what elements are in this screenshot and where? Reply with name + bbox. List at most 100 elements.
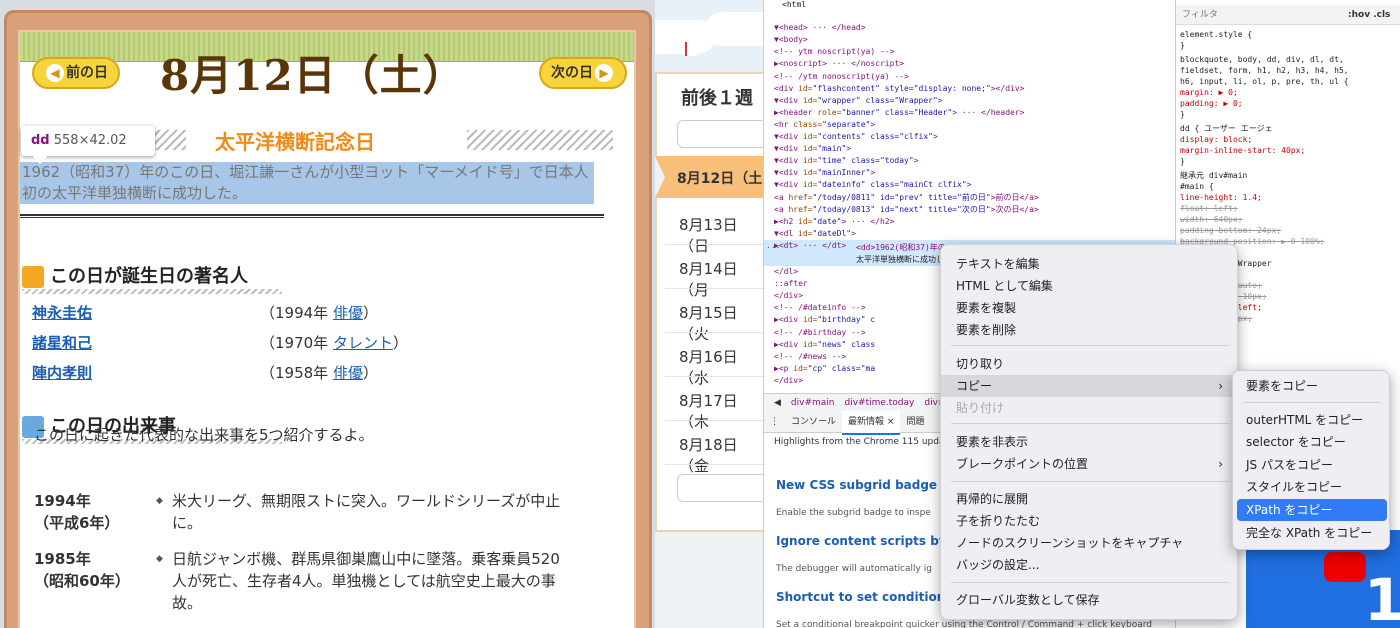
node-tag: <a: [774, 204, 789, 214]
submenu-item[interactable]: 要素をコピー: [1237, 375, 1387, 397]
filter-placeholder: フィルタ: [1182, 10, 1218, 20]
dom-tree-node[interactable]: <a href="/today/0813" id="next" title="次…: [774, 204, 1039, 216]
week-day-item[interactable]: 8月17日（木: [679, 390, 763, 432]
context-menu-item[interactable]: 要素を削除: [941, 319, 1239, 341]
context-menu-item[interactable]: 要素を非表示: [941, 431, 1239, 453]
context-menu-item[interactable]: ノードのスクリーンショットをキャプチャ: [941, 532, 1239, 554]
dom-tree-node[interactable]: ▼<div id="mainInner">: [774, 167, 875, 179]
dom-tree-node[interactable]: ▶<noscript> ··· </noscript>: [774, 58, 904, 70]
week-selected-day[interactable]: 8月12日（土: [655, 156, 763, 198]
dom-tree-node[interactable]: ▼<div id="contents" class="clfix">: [774, 131, 938, 143]
birthday-title: この日が誕生日の著名人: [50, 266, 248, 287]
crumb-main[interactable]: div#main: [791, 398, 835, 408]
style-rule-line: dd { ユーザー エージェ: [1180, 124, 1273, 134]
dom-tree-node[interactable]: ▼<div id="time" class="today">: [774, 155, 919, 167]
person-job-link[interactable]: 俳優: [333, 364, 363, 382]
anniversary-title: 太平洋横断記念日: [215, 130, 375, 154]
tab-issues[interactable]: 問題: [900, 411, 930, 433]
node-tag: ▼<body>: [774, 35, 808, 45]
context-menu-item[interactable]: HTML として編集: [941, 275, 1239, 297]
week-day-item[interactable]: 8月18日（金: [679, 434, 763, 476]
context-menu-item[interactable]: テキストを編集: [941, 253, 1239, 275]
news-title-link[interactable]: New CSS subgrid badge: [776, 478, 937, 492]
dom-tree-node[interactable]: <hr class="separate">: [774, 119, 875, 131]
dom-tree-node[interactable]: ▶<div id="news" class: [774, 339, 875, 351]
submenu-item[interactable]: selector をコピー: [1237, 431, 1387, 453]
sailboat-icon: [685, 42, 697, 56]
week-day-item[interactable]: 8月15日（火: [679, 302, 763, 344]
person-job-link[interactable]: 俳優: [333, 304, 363, 322]
close-icon[interactable]: ×: [887, 417, 895, 427]
context-menu-item[interactable]: 貼り付け: [941, 397, 1239, 419]
dom-tree-node[interactable]: ▼<head> ··· </head>: [774, 22, 866, 34]
node-tag: </div>: [774, 375, 803, 385]
person-name-link[interactable]: 陣内孝則: [32, 362, 92, 383]
submenu-item[interactable]: スタイルをコピー: [1237, 476, 1387, 498]
dom-tree-node[interactable]: ▼<div id="wrapper" class="Wrapper">: [774, 95, 943, 107]
person-job-link[interactable]: タレント: [333, 334, 393, 352]
dom-tree-node[interactable]: ▼<div id="dateinfo" class="mainCt clfix"…: [774, 179, 972, 191]
news-title-link[interactable]: Ignore content scripts by de: [776, 534, 968, 548]
dom-tree-node[interactable]: </div>: [774, 290, 803, 302]
dom-tree-node[interactable]: ▼<dl id="dateDl">: [774, 228, 856, 240]
selected-line-2: 太平洋単独横断に成功し: [856, 255, 944, 264]
dom-tree-node[interactable]: <!-- /#news -->: [774, 351, 846, 363]
node-attr: id=: [798, 83, 813, 93]
dom-tree-node[interactable]: ▶<p id="cp" class="ma: [774, 363, 875, 375]
event-year: 1994年 （平成6年）: [34, 490, 119, 534]
dom-tree-node[interactable]: ▼<div id="main">: [774, 143, 851, 155]
dom-tree-node[interactable]: <!-- /#dateinfo -->: [774, 302, 866, 314]
week-box-top[interactable]: [677, 120, 763, 148]
dom-tree-node[interactable]: ▶<div id="birthday" c: [774, 314, 875, 326]
week-box-bottom[interactable]: [677, 474, 763, 502]
dom-tree-node[interactable]: <!-- ytm noscript(ya) -->: [774, 46, 894, 58]
dom-tree-node[interactable]: </div>: [774, 375, 803, 387]
submenu-item[interactable]: JS パスをコピー: [1237, 454, 1387, 476]
context-menu-item[interactable]: 子を折りたたむ: [941, 510, 1239, 532]
tab-console[interactable]: コンソール: [785, 411, 842, 433]
drawer-menu-icon[interactable]: ⋮: [764, 411, 785, 433]
node-tag: <div: [774, 83, 799, 93]
prev-day-button[interactable]: ◀ 前の日: [32, 57, 120, 89]
styles-filter[interactable]: フィルタ :hov .cls: [1176, 5, 1400, 25]
dom-tree-node[interactable]: <!-- /ytm nonoscript(ya) -->: [774, 71, 909, 83]
crumb-time[interactable]: div#time.today: [845, 398, 915, 408]
context-menu-item[interactable]: バッジの設定...: [941, 554, 1239, 576]
style-text: #main {: [1180, 182, 1214, 191]
node-tag: ▼<div: [774, 168, 803, 178]
dom-tree-node[interactable]: ▶<dt> ··· </dt>: [774, 240, 846, 252]
submenu-item[interactable]: 完全な XPath をコピー: [1237, 522, 1387, 544]
node-tag: <!-- /#news -->: [774, 351, 847, 361]
node-tag: <!-- /#birthday -->: [774, 327, 866, 337]
dom-tree-node[interactable]: <div id="flashcontent" style="display: n…: [774, 83, 1024, 95]
html-node[interactable]: <html: [782, 0, 806, 9]
tab-whats-new[interactable]: 最新情報 ×: [842, 411, 901, 435]
week-day-item[interactable]: 8月16日（水: [679, 346, 763, 388]
dom-tree-node[interactable]: ▶<h2 id="date"> ··· </h2>: [774, 216, 894, 228]
dom-tree-node[interactable]: ▶<header role="banner" class="Header"> ·…: [774, 107, 1024, 119]
dom-tree-node[interactable]: </dl>: [774, 266, 798, 278]
week-day-item[interactable]: 8月14日（月: [679, 258, 763, 300]
submenu-item[interactable]: outerHTML をコピー: [1237, 409, 1387, 431]
context-menu-item[interactable]: 要素を複製: [941, 297, 1239, 319]
person-name-link[interactable]: 神永圭佑: [32, 302, 92, 323]
context-menu-item[interactable]: ブレークポイントの位置 ›: [941, 453, 1239, 475]
date-heading: 8月12日（土）: [160, 51, 466, 100]
dom-tree-node[interactable]: ::after: [774, 278, 808, 290]
node-end: > ··· </header>: [952, 107, 1025, 117]
submenu-item[interactable]: XPath をコピー: [1237, 499, 1387, 521]
context-menu-item[interactable]: 切り取り: [941, 353, 1239, 375]
birthday-heading: この日が誕生日の著名人: [22, 262, 282, 294]
dom-tree-node[interactable]: ▼<body>: [774, 34, 808, 46]
context-menu-item[interactable]: 再帰的に展開: [941, 488, 1239, 510]
context-menu-item[interactable]: グローバル変数として保存: [941, 589, 1239, 611]
dom-tree-node[interactable]: <a href="/today/0811" id="prev" title="前…: [774, 192, 1039, 204]
event-text: 日航ジャンボ機、群馬県御巣鷹山中に墜落。乗客乗員520人が死亡、生存者4人。単独…: [156, 548, 572, 614]
dom-tree-node[interactable]: <!-- /#birthday -->: [774, 327, 866, 339]
person-name-link[interactable]: 諸星和己: [32, 332, 92, 353]
next-day-button[interactable]: 次の日 ▶: [539, 57, 627, 89]
context-menu-item[interactable]: コピー ›: [941, 375, 1239, 397]
node-value: "cp" class="ma: [807, 363, 876, 373]
week-day-item[interactable]: 8月13日（日: [679, 214, 763, 256]
hov-cls-toggle[interactable]: :hov .cls: [1348, 5, 1390, 25]
